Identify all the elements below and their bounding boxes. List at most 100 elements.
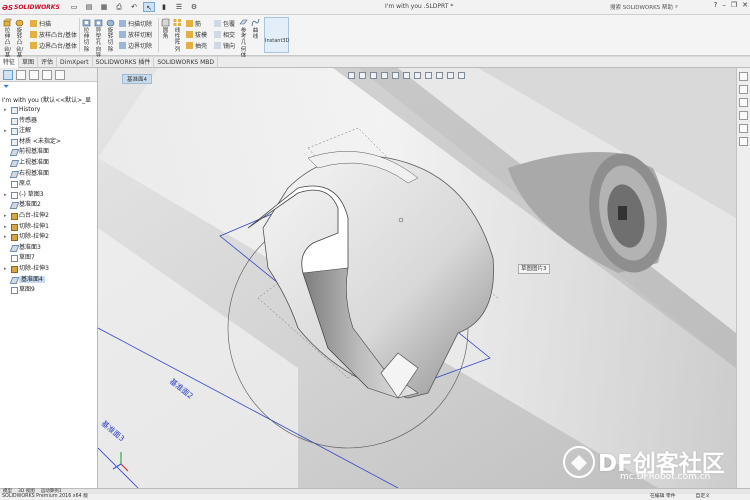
tab-features[interactable]: 特征 bbox=[0, 57, 20, 68]
boundary-cut-button[interactable]: 边界切除 bbox=[119, 40, 152, 50]
expand-arrow-icon[interactable]: ▸ bbox=[4, 126, 7, 137]
tree-item[interactable]: 草图7 bbox=[0, 253, 97, 264]
tree-item[interactable]: ▸ (-) 草图3 bbox=[0, 190, 97, 201]
edit-appearance-icon[interactable] bbox=[425, 72, 432, 79]
minimize-icon[interactable]: – bbox=[722, 1, 726, 9]
undo-icon[interactable]: ↶ bbox=[128, 2, 140, 12]
expand-arrow-icon[interactable]: ▸ bbox=[4, 211, 7, 222]
wrap-button[interactable]: 包覆 bbox=[214, 18, 235, 28]
view-palette-icon[interactable] bbox=[739, 111, 748, 120]
sketch-picture-label[interactable]: 草图图片3 bbox=[518, 264, 550, 274]
expand-arrow-icon[interactable]: ▸ bbox=[4, 190, 7, 201]
tree-item[interactable]: 右视基准面 bbox=[0, 169, 97, 180]
tree-item-label: 切除-拉伸2 bbox=[19, 233, 49, 241]
tree-item[interactable]: 材质 <未指定> bbox=[0, 137, 97, 148]
reference-geometry-button[interactable]: 参考几何体 bbox=[239, 18, 248, 59]
options-gear-icon[interactable]: ⚙ bbox=[188, 2, 200, 12]
select-icon[interactable]: ↖ bbox=[143, 2, 155, 12]
hole-wizard-button[interactable]: 异型孔向导 bbox=[94, 18, 103, 59]
close-icon[interactable]: ✕ bbox=[742, 1, 748, 9]
tree-item[interactable]: ▸ History bbox=[0, 105, 97, 116]
save-icon[interactable]: ▦ bbox=[98, 2, 110, 12]
selected-plane-label[interactable]: 基准面4 bbox=[122, 74, 152, 84]
lofted-cut-button[interactable]: 放样切割 bbox=[119, 29, 152, 39]
tree-item[interactable]: 基准面4 bbox=[0, 275, 97, 286]
new-document-icon[interactable]: ▭ bbox=[68, 2, 80, 12]
expand-arrow-icon[interactable]: ▸ bbox=[4, 264, 7, 275]
file-properties-icon[interactable]: ☰ bbox=[173, 2, 185, 12]
solidworks-logo[interactable]: ƏS SOLIDWORKS bbox=[2, 2, 60, 13]
display-style-icon[interactable] bbox=[403, 72, 410, 79]
tree-item[interactable]: ▸ 切除-拉伸2 bbox=[0, 232, 97, 243]
tree-item[interactable]: 前视基准面 bbox=[0, 147, 97, 158]
graphics-area[interactable]: 基准面4 草图图片3 基准面2 基准面3 bbox=[98, 68, 736, 488]
loft-button[interactable]: 放样凸台/基体 bbox=[30, 29, 77, 39]
tree-item[interactable]: ▸ 注解 bbox=[0, 126, 97, 137]
fillet-button[interactable]: 圆角 bbox=[161, 18, 170, 40]
section-view-icon[interactable] bbox=[381, 72, 388, 79]
apply-scene-icon[interactable] bbox=[436, 72, 443, 79]
print-icon[interactable]: ⎙ bbox=[113, 2, 125, 12]
custom-properties-icon[interactable] bbox=[739, 137, 748, 146]
mirror-button[interactable]: 镜向 bbox=[214, 40, 235, 50]
tab-sketch[interactable]: 草图 bbox=[19, 57, 39, 68]
swept-cut-button[interactable]: 扫描切除 bbox=[119, 18, 152, 28]
draft-button[interactable]: 拔模 bbox=[186, 29, 207, 39]
filter-icon[interactable]: ⏷ bbox=[0, 82, 97, 95]
linear-pattern-button[interactable]: 线性阵列 bbox=[173, 18, 182, 53]
sk-icon bbox=[11, 191, 18, 199]
view-orientation-icon[interactable] bbox=[392, 72, 399, 79]
tree-item[interactable]: ▸ 切除-拉伸3 bbox=[0, 264, 97, 275]
property-manager-tab-icon[interactable] bbox=[16, 70, 26, 80]
tree-item-label: 切除-拉伸3 bbox=[19, 264, 49, 272]
rebuild-icon[interactable]: ▮ bbox=[158, 2, 170, 12]
tree-item[interactable]: 草图9 bbox=[0, 285, 97, 296]
curves-button[interactable]: 曲线 bbox=[251, 18, 260, 40]
revolved-cut-button[interactable]: 旋转切除 bbox=[106, 18, 115, 53]
shell-button[interactable]: 抽壳 bbox=[186, 40, 207, 50]
dimxpert-manager-tab-icon[interactable] bbox=[42, 70, 52, 80]
design-library-icon[interactable] bbox=[739, 85, 748, 94]
previous-view-icon[interactable] bbox=[370, 72, 377, 79]
configuration-manager-tab-icon[interactable] bbox=[29, 70, 39, 80]
tree-item[interactable]: 传感器 bbox=[0, 116, 97, 127]
zoom-area-icon[interactable] bbox=[359, 72, 366, 79]
appearances-icon[interactable] bbox=[739, 124, 748, 133]
plane-icon bbox=[9, 244, 20, 252]
tab-evaluate[interactable]: 评估 bbox=[38, 57, 58, 68]
display-manager-tab-icon[interactable] bbox=[55, 70, 65, 80]
tree-root-part[interactable]: I'm with you (默认<<默认>_显 bbox=[0, 95, 97, 105]
boundary-boss-button[interactable]: 边界凸台/基体 bbox=[30, 40, 77, 50]
tab-dimxpert[interactable]: DimXpert bbox=[57, 57, 93, 68]
instant3d-button[interactable]: Instant3D bbox=[264, 17, 289, 53]
expand-arrow-icon[interactable]: ▸ bbox=[4, 105, 7, 116]
intersect-button[interactable]: 相交 bbox=[214, 29, 235, 39]
open-icon[interactable]: ▤ bbox=[83, 2, 95, 12]
restore-icon[interactable]: ❐ bbox=[731, 1, 737, 9]
expand-arrow-icon[interactable]: ▸ bbox=[4, 222, 7, 233]
tree-item[interactable]: 上视基准面 bbox=[0, 158, 97, 169]
tree-item[interactable]: 原点 bbox=[0, 179, 97, 190]
tree-item[interactable]: 基准面3 bbox=[0, 243, 97, 254]
help-icon[interactable]: ? bbox=[714, 1, 718, 9]
viewport-icon[interactable] bbox=[458, 72, 465, 79]
expand-arrow-icon[interactable]: ▸ bbox=[4, 232, 7, 243]
tree-item[interactable]: 基准面2 bbox=[0, 200, 97, 211]
hide-show-items-icon[interactable] bbox=[414, 72, 421, 79]
tab-mbd[interactable]: SOLIDWORKS MBD bbox=[154, 57, 219, 68]
tab-addins[interactable]: SOLIDWORKS 插件 bbox=[93, 57, 155, 68]
rib-button[interactable]: 筋 bbox=[186, 18, 201, 28]
view-settings-icon[interactable] bbox=[447, 72, 454, 79]
zoom-to-fit-icon[interactable] bbox=[348, 72, 355, 79]
tree-item[interactable]: ▸ 切除-拉伸1 bbox=[0, 222, 97, 233]
tree-item[interactable]: ▸ 凸台-拉伸2 bbox=[0, 211, 97, 222]
feat-icon bbox=[11, 223, 18, 231]
status-units[interactable]: 自定义 bbox=[696, 494, 710, 500]
solidworks-resources-icon[interactable] bbox=[739, 72, 748, 81]
help-search-input[interactable]: 搜索 SOLIDWORKS 帮助 ⌕ bbox=[610, 2, 705, 12]
file-explorer-icon[interactable] bbox=[739, 98, 748, 107]
sweep-button[interactable]: 扫描 bbox=[30, 18, 51, 28]
feature-manager-tab-icon[interactable] bbox=[3, 70, 13, 80]
search-icon[interactable]: ⌕ bbox=[675, 4, 678, 11]
extrude-cut-button[interactable]: 拉伸切除 bbox=[82, 18, 91, 53]
